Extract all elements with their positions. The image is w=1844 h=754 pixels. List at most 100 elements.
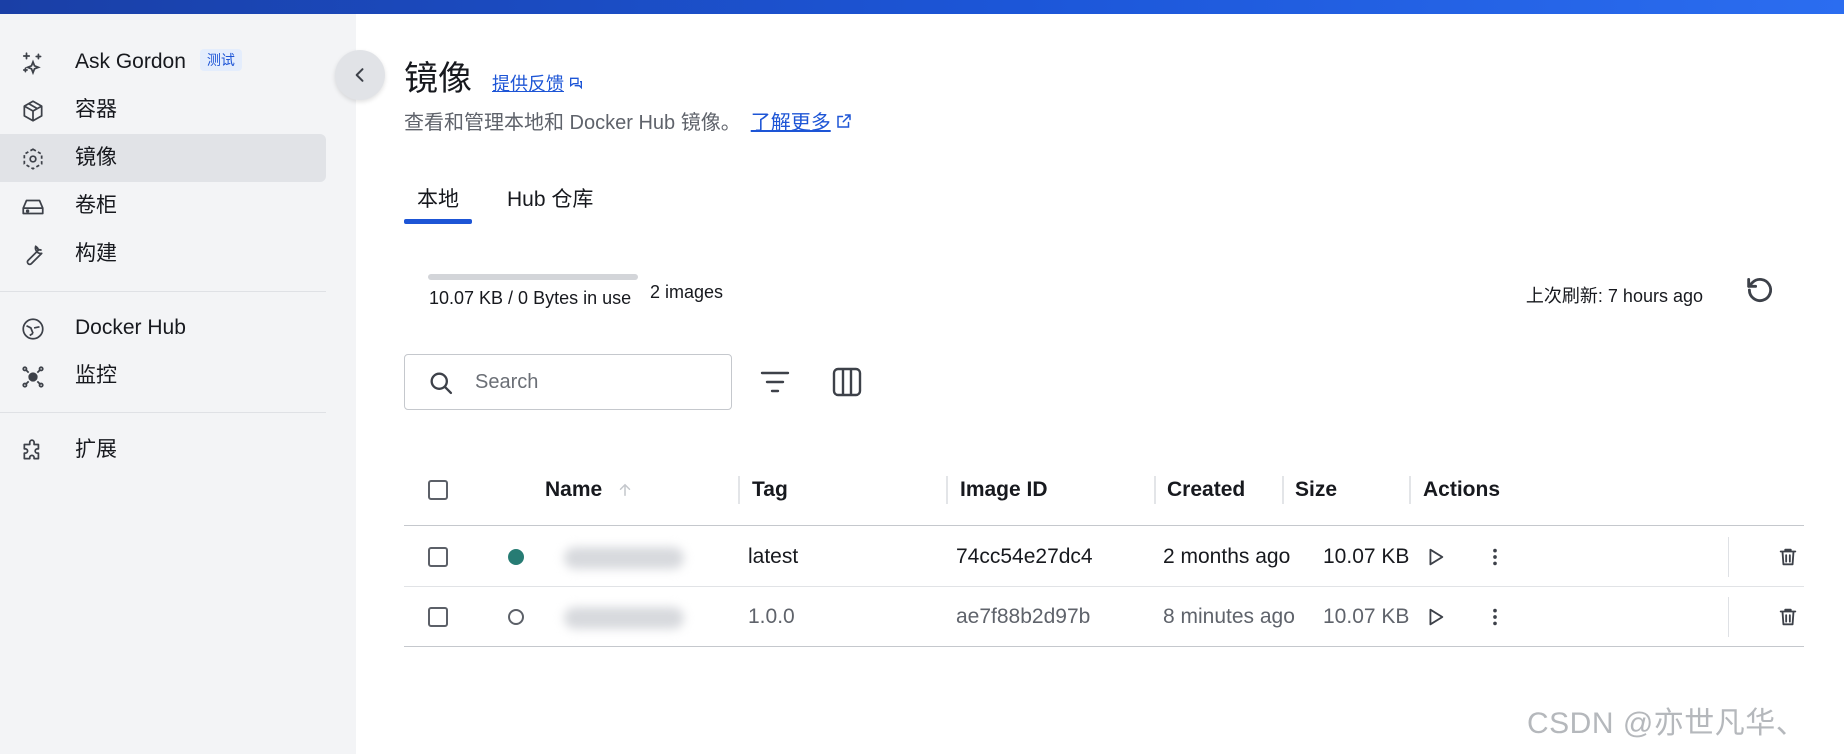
sidebar-item-label: Ask Gordon	[75, 50, 186, 73]
table-row[interactable]: 1.0.0 ae7f88b2d97b 8 minutes ago 10.07 K…	[404, 587, 1804, 647]
sidebar-item-label: 卷柜	[75, 194, 117, 217]
more-actions-button[interactable]	[1478, 601, 1512, 633]
sort-arrow-up-icon	[619, 483, 631, 496]
column-header-image-id[interactable]: Image ID	[960, 474, 1048, 506]
play-icon	[1429, 608, 1444, 626]
subtitle-text: 查看和管理本地和 Docker Hub 镜像。	[404, 112, 741, 134]
beta-badge: 测试	[199, 49, 242, 71]
size-cell: 10.07 KB	[1323, 605, 1410, 628]
sidebar-item-docker-hub[interactable]: Docker Hub	[0, 304, 326, 352]
volume-icon	[20, 194, 46, 220]
columns-button[interactable]	[827, 364, 867, 400]
more-vertical-icon	[1493, 608, 1497, 626]
play-icon	[1429, 548, 1444, 566]
select-all-checkbox[interactable]	[428, 480, 448, 500]
active-tab-indicator	[404, 219, 472, 224]
sidebar-item-monitor[interactable]: 监控	[0, 352, 326, 400]
run-button[interactable]	[1418, 601, 1452, 633]
refresh-button[interactable]	[1740, 270, 1780, 310]
feedback-label: 提供反馈	[492, 74, 564, 94]
sidebar-item-label: 监控	[75, 364, 117, 387]
disk-usage-text: 10.07 KB / 0 Bytes in use	[429, 288, 632, 308]
table-header: Name Tag Image ID Created Size Actions	[404, 454, 1804, 526]
disk-usage-bar	[428, 274, 638, 280]
top-accent-bar	[0, 0, 1844, 14]
delete-button[interactable]	[1771, 601, 1805, 633]
chat-bubble-icon	[570, 77, 582, 90]
feedback-link[interactable]: 提供反馈	[492, 70, 584, 96]
column-divider[interactable]	[1154, 476, 1156, 504]
sidebar-item-volumes[interactable]: 卷柜	[0, 182, 326, 230]
status-in-use-dot	[508, 549, 524, 565]
columns-icon	[832, 367, 862, 397]
sidebar-divider	[0, 291, 326, 292]
column-divider[interactable]	[1409, 476, 1411, 504]
learn-more-link[interactable]: 了解更多	[751, 106, 853, 135]
search-input[interactable]	[473, 367, 713, 397]
column-divider[interactable]	[946, 476, 948, 504]
image-icon	[20, 146, 46, 172]
column-header-name[interactable]: Name	[545, 474, 634, 506]
external-link-icon	[836, 113, 851, 128]
row-checkbox[interactable]	[428, 607, 448, 627]
created-cell: 8 minutes ago	[1163, 605, 1295, 628]
sidebar-item-images[interactable]: 镜像	[0, 134, 326, 182]
table-row[interactable]: latest 74cc54e27dc4 2 months ago 10.07 K…	[404, 527, 1804, 587]
wrench-icon	[20, 242, 46, 268]
sidebar-divider	[0, 412, 326, 413]
sidebar-item-extensions[interactable]: 扩展	[0, 426, 326, 474]
docker-desktop-window: Ask Gordon 测试 容器 镜像 卷柜 构建 Docker Hub 监控 …	[0, 0, 1844, 754]
tag-cell: 1.0.0	[748, 605, 795, 628]
page-subtitle: 查看和管理本地和 Docker Hub 镜像。 了解更多	[404, 106, 853, 135]
size-cell: 10.07 KB	[1323, 545, 1410, 568]
run-button[interactable]	[1418, 541, 1452, 573]
puzzle-icon	[20, 438, 46, 464]
trash-icon	[1779, 608, 1797, 626]
image-name-redacted[interactable]	[564, 547, 684, 569]
search-box[interactable]	[404, 354, 732, 410]
sidebar-item-label: 容器	[75, 98, 117, 121]
sidebar-item-containers[interactable]: 容器	[0, 86, 326, 134]
last-refresh-text: 上次刷新: 7 hours ago	[1525, 286, 1703, 306]
sidebar-item-label: 扩展	[75, 438, 117, 461]
sidebar-item-label: Docker Hub	[75, 316, 186, 339]
row-checkbox[interactable]	[428, 547, 448, 567]
monitor-icon	[20, 364, 46, 390]
sidebar-item-label: 镜像	[75, 146, 117, 169]
column-divider[interactable]	[738, 476, 740, 504]
filter-icon	[760, 371, 790, 393]
hub-icon	[20, 316, 46, 342]
delete-button[interactable]	[1771, 541, 1805, 573]
sidebar-item-label: 构建	[75, 242, 117, 265]
column-header-actions: Actions	[1423, 478, 1501, 501]
page-title: 镜像	[404, 60, 472, 98]
column-header-size[interactable]: Size	[1295, 474, 1337, 506]
tab-local[interactable]: 本地	[417, 186, 459, 214]
column-header-label: Name	[545, 478, 603, 501]
sidebar: Ask Gordon 测试 容器 镜像 卷柜 构建 Docker Hub 监控 …	[0, 14, 356, 754]
image-id-cell[interactable]: 74cc54e27dc4	[956, 543, 1093, 571]
image-id-cell[interactable]: ae7f88b2d97b	[956, 603, 1090, 631]
refresh-icon	[1747, 277, 1772, 303]
column-divider[interactable]	[1282, 476, 1284, 504]
actions-divider	[1728, 537, 1729, 577]
filter-button[interactable]	[755, 364, 795, 400]
image-count: 2 images	[650, 282, 724, 302]
column-header-created[interactable]: Created	[1167, 474, 1245, 506]
tab-hub-repositories[interactable]: Hub 仓库	[507, 186, 593, 214]
status-unused-dot	[508, 609, 524, 625]
search-icon	[430, 372, 453, 395]
learn-more-label: 了解更多	[750, 112, 831, 134]
container-icon	[20, 98, 46, 124]
column-header-tag[interactable]: Tag	[752, 474, 788, 506]
watermark: CSDN @亦世凡华、	[1527, 707, 1807, 740]
actions-divider	[1728, 597, 1729, 637]
main-content: 镜像 提供反馈 查看和管理本地和 Docker Hub 镜像。 了解更多 本地 …	[356, 14, 1844, 754]
sidebar-item-ask-gordon[interactable]: Ask Gordon 测试	[0, 38, 326, 86]
tag-cell: latest	[748, 545, 799, 568]
image-name-redacted[interactable]	[564, 607, 684, 629]
more-vertical-icon	[1493, 548, 1497, 566]
created-cell: 2 months ago	[1163, 545, 1291, 568]
more-actions-button[interactable]	[1478, 541, 1512, 573]
sidebar-item-builds[interactable]: 构建	[0, 230, 326, 278]
